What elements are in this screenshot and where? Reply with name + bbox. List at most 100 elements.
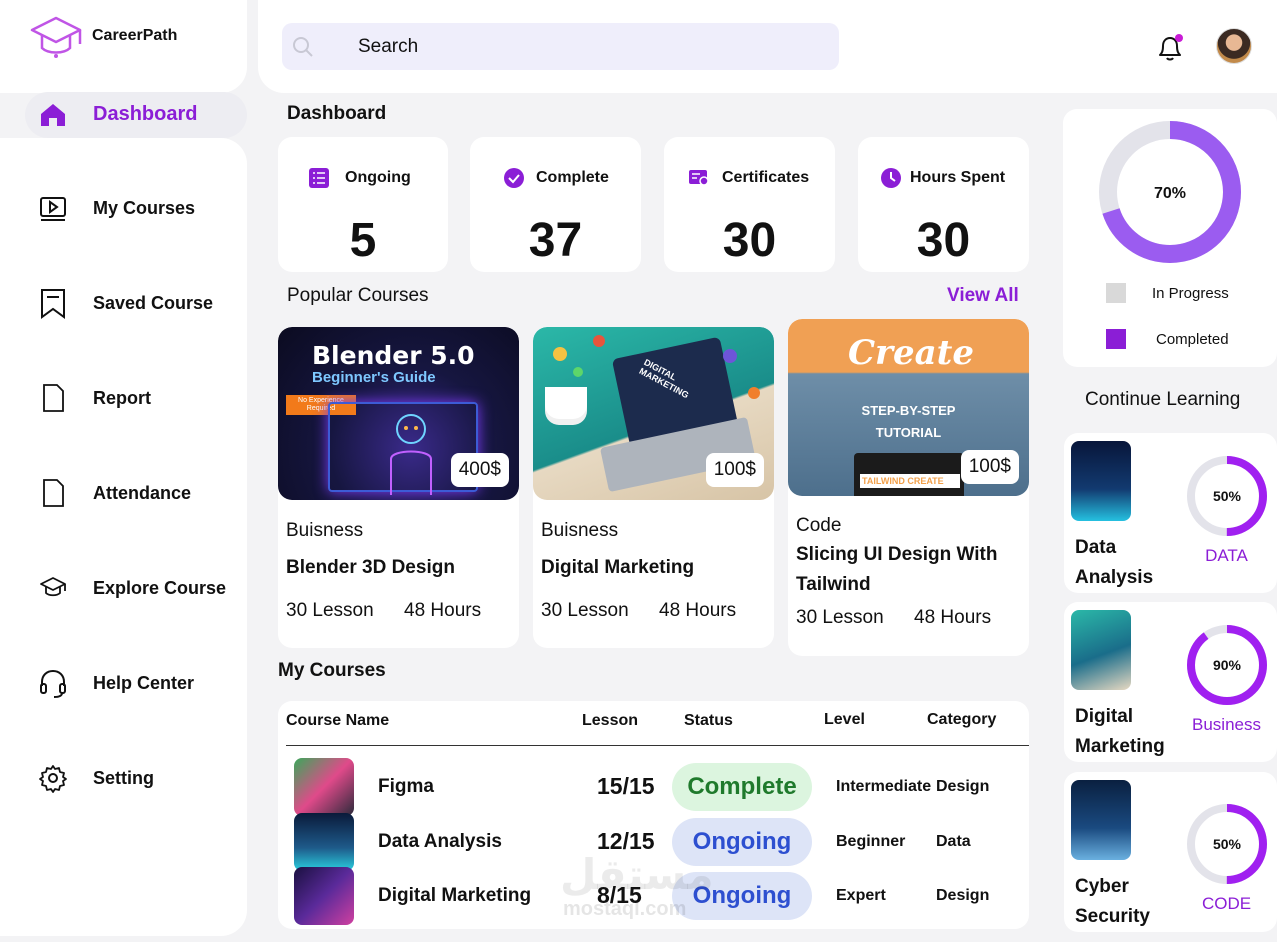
course-price: 400$: [450, 453, 509, 487]
thumb-caption: TAILWIND CREATE: [860, 474, 960, 488]
clock-icon: [881, 168, 901, 188]
thumb-subtitle: STEP-BY-STEP: [861, 403, 956, 418]
progress-summary-card: 70% In Progress Completed: [1063, 109, 1277, 367]
nav-item-saved-course[interactable]: Saved Course: [0, 283, 247, 323]
nav-item-my-courses[interactable]: My Courses: [0, 188, 247, 228]
view-all-link[interactable]: View All: [947, 285, 1019, 307]
icon-bubble: [553, 347, 567, 361]
continue-card-cyber-security[interactable]: Cyber Security 50% CODE: [1064, 772, 1277, 932]
thumb-title: Blender 5.0: [312, 341, 475, 370]
stat-card-ongoing[interactable]: Ongoing 5: [278, 137, 448, 272]
search-input[interactable]: [358, 23, 818, 70]
icon-bubble: [748, 387, 760, 399]
course-hours: 48 Hours: [659, 600, 737, 621]
home-icon: [41, 104, 65, 126]
legend-label-completed: Completed: [1156, 331, 1229, 348]
course-thumbnail: [1071, 610, 1131, 690]
continue-card-data-analysis[interactable]: Data Analysis 50% DATA: [1064, 433, 1277, 593]
course-price: 100$: [960, 450, 1019, 484]
status-badge: Complete: [672, 763, 812, 811]
robot-illustration: [390, 414, 432, 495]
nav-item-label: Saved Course: [93, 293, 214, 313]
course-hours: 48 Hours: [914, 607, 992, 628]
user-avatar[interactable]: [1216, 28, 1252, 64]
course-level: Intermediate: [836, 778, 932, 795]
nav-item-setting[interactable]: Setting: [0, 758, 247, 798]
search-bar[interactable]: [282, 23, 839, 70]
bookmark-icon: [41, 289, 65, 319]
icon-bubble: [573, 367, 583, 377]
nav-item-help-center[interactable]: Help Center: [0, 663, 247, 703]
stat-label: Certificates: [722, 169, 810, 186]
course-tag: CODE: [1201, 894, 1252, 913]
play-video-icon: [40, 197, 66, 221]
thumb-subtitle-2: TUTORIAL: [875, 425, 942, 440]
course-tag: Business: [1192, 715, 1261, 734]
progress-donut: 70%: [1099, 121, 1241, 263]
course-lessons: 30 Lesson: [796, 607, 884, 628]
column-header-course-name[interactable]: Course Name: [286, 712, 389, 730]
progress-ring-label: 50%: [1213, 488, 1242, 504]
nav-item-label: Report: [93, 388, 151, 408]
course-name: Digital Marketing: [378, 885, 532, 906]
watermark-latin: mostaql.com: [563, 898, 687, 920]
course-card-digital-marketing[interactable]: DIGITAL MARKETING 100$ Buisness Digital …: [533, 327, 774, 648]
course-category: Buisness: [286, 520, 364, 541]
course-name: Data Analysis: [378, 831, 502, 852]
progress-ring: 50%: [1187, 804, 1267, 884]
bell-icon[interactable]: [1154, 31, 1188, 63]
course-lessons: 30 Lesson: [541, 600, 629, 621]
graduation-cap-logo-icon: [30, 16, 82, 58]
column-header-level[interactable]: Level: [824, 711, 865, 729]
graduation-cap-icon: [40, 577, 66, 597]
sidebar: My Courses Saved Course Report Attendanc…: [0, 138, 247, 936]
column-header-lesson[interactable]: Lesson: [582, 712, 638, 730]
course-title: Digital Marketing: [541, 557, 695, 578]
course-level: Expert: [836, 887, 886, 904]
nav-item-explore-course[interactable]: Explore Course: [0, 568, 247, 608]
course-thumbnail: [1071, 441, 1131, 521]
continue-card-digital-marketing[interactable]: Digital Marketing 90% Business: [1064, 602, 1277, 762]
stat-card-certificates[interactable]: Certificates 30: [664, 137, 835, 272]
table-row[interactable]: Figma 15/15 Complete Intermediate Design: [278, 757, 1029, 816]
section-title-continue-learning: Continue Learning: [1085, 389, 1241, 410]
search-icon: [293, 37, 313, 57]
watermark-arabic: مستقل: [560, 851, 714, 898]
course-thumbnail: [294, 867, 354, 925]
course-card-slicing-ui[interactable]: Create STEP-BY-STEP TUTORIAL TAILWIND CR…: [788, 319, 1029, 656]
course-name: Figma: [378, 776, 434, 797]
stat-label: Hours Spent: [910, 169, 1006, 186]
brand-name[interactable]: CareerPath: [92, 27, 177, 45]
legend-swatch-completed: [1106, 329, 1126, 349]
brand-header: CareerPath: [0, 0, 247, 93]
nav-item-report[interactable]: Report: [0, 378, 247, 418]
icon-bubble: [593, 335, 605, 347]
stat-value: 30: [916, 214, 971, 267]
course-category: Data: [936, 833, 971, 850]
gear-icon: [39, 765, 67, 793]
course-thumbnail: [294, 813, 354, 871]
nav-item-attendance[interactable]: Attendance: [0, 473, 247, 513]
stat-card-complete[interactable]: Complete 37: [470, 137, 641, 272]
headset-icon: [40, 669, 66, 698]
legend-label-in-progress: In Progress: [1152, 285, 1229, 302]
nav-item-label: Dashboard: [93, 103, 198, 125]
list-icon: [309, 168, 329, 188]
course-category: Code: [796, 515, 842, 536]
column-header-category[interactable]: Category: [927, 711, 996, 729]
course-price: 100$: [705, 453, 764, 487]
nav-item-label: Setting: [93, 768, 154, 788]
nav-item-label: Attendance: [93, 483, 192, 503]
course-lessons: 30 Lesson: [286, 600, 374, 621]
stat-card-hours-spent[interactable]: Hours Spent 30: [858, 137, 1029, 272]
progress-ring: 90%: [1187, 625, 1267, 705]
course-name: Data Analysis: [1075, 537, 1154, 588]
certificate-icon: [689, 170, 709, 186]
progress-ring: 50%: [1187, 456, 1267, 536]
top-header: [258, 0, 1277, 93]
thumb-subtitle: Beginner's Guide: [312, 369, 436, 386]
course-tag: DATA: [1205, 546, 1248, 565]
course-card-blender[interactable]: Blender 5.0 Beginner's Guide No Experien…: [278, 327, 519, 648]
nav-item-dashboard[interactable]: Dashboard: [25, 92, 247, 138]
column-header-status[interactable]: Status: [684, 712, 733, 730]
